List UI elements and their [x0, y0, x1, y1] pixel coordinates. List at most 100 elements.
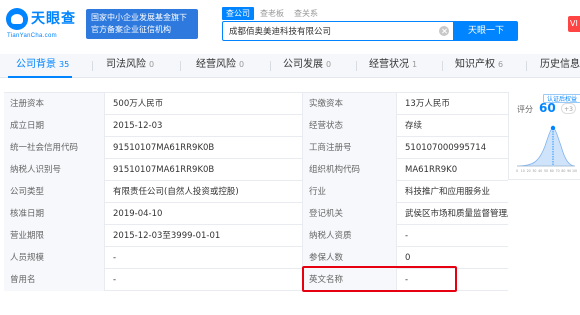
- field-label: 公司类型: [4, 181, 104, 203]
- nav-tab-count: 0: [149, 60, 155, 69]
- search-button[interactable]: 天眼一下: [454, 21, 518, 41]
- field-label: 行业: [302, 181, 396, 203]
- tab-boss[interactable]: 查老板: [260, 7, 284, 20]
- field-label: 成立日期: [4, 115, 104, 137]
- field-value: MA61RR9K0: [396, 159, 508, 181]
- tab-company[interactable]: 查公司: [222, 7, 254, 20]
- score-value: 60: [539, 101, 556, 115]
- nav-divider: [442, 61, 443, 71]
- nav-divider: [92, 61, 93, 71]
- field-value: 510107000995714: [396, 137, 508, 159]
- logo-text: 天眼查: [31, 11, 76, 27]
- nav-tab-label: 经营状况: [369, 59, 409, 70]
- field-label: 经营状态: [302, 115, 396, 137]
- score-tick-label: 20: [527, 169, 531, 173]
- official-badge: 国家中小企业发展基金旗下 官方备案企业征信机构: [86, 9, 198, 39]
- badge-line-2: 官方备案企业征信机构: [91, 25, 171, 34]
- nav-tab-label: 知识产权: [455, 59, 495, 70]
- nav-tab-development[interactable]: 公司发展 0: [283, 54, 331, 78]
- nav-divider: [356, 61, 357, 71]
- nav-tab-legal-risk[interactable]: 司法风险 0: [106, 54, 154, 78]
- table-row: 注册资本 500万人民币 实缴资本 13万人民币: [4, 93, 508, 115]
- active-tab-indicator: [8, 76, 72, 78]
- vip-badge[interactable]: VI: [568, 16, 580, 32]
- score-marker-dot: [550, 125, 556, 131]
- nav-tab-label: 历史信息: [540, 59, 580, 70]
- table-row: 成立日期 2015-12-03 经营状态 存续: [4, 115, 508, 137]
- score-distribution-chart: 0102030405060708090100: [516, 125, 577, 173]
- search-box: [222, 21, 454, 41]
- nav-tab-ip[interactable]: 知识产权 6: [455, 54, 503, 78]
- field-label: 核准日期: [4, 203, 104, 225]
- nav-tab-label: 公司发展: [283, 59, 323, 70]
- search-input[interactable]: [229, 22, 429, 40]
- nav-tab-label: 经营风险: [196, 59, 236, 70]
- field-value: 存续: [396, 115, 508, 137]
- field-value: 2015-12-03至3999-01-01: [104, 225, 302, 247]
- field-value: 科技推广和应用服务业: [396, 181, 508, 203]
- field-value: -: [396, 225, 508, 247]
- header: 天眼查 TianYanCha.com 国家中小企业发展基金旗下 官方备案企业征信…: [0, 0, 580, 48]
- field-value: -: [104, 269, 302, 291]
- score-tick-label: 40: [538, 169, 542, 173]
- field-label: 组织机构代码: [302, 159, 396, 181]
- score-tick-label: 70: [556, 169, 560, 173]
- field-value: 500万人民币: [104, 93, 302, 115]
- field-label: 曾用名: [4, 269, 104, 291]
- score-tick-label: 50: [544, 169, 548, 173]
- clear-icon[interactable]: [439, 26, 449, 36]
- score-tick-label: 0: [516, 169, 518, 173]
- nav-tab-count: 35: [59, 60, 70, 69]
- tab-relation[interactable]: 查关系: [294, 7, 318, 20]
- nav-tab-count: 6: [498, 60, 504, 69]
- nav-tab-business-risk[interactable]: 经营风险 0: [196, 54, 244, 78]
- nav-tab-label: 公司背景: [16, 59, 56, 70]
- nav-divider: [270, 61, 271, 71]
- field-value: 2019-04-10: [104, 203, 302, 225]
- field-value: 2015-12-03: [104, 115, 302, 137]
- nav-tab-background[interactable]: 公司背景 35: [16, 54, 69, 78]
- score-tick-label: 60: [550, 169, 554, 173]
- field-value: 有限责任公司(自然人投资或控股): [104, 181, 302, 203]
- field-label: 纳税人资质: [302, 225, 396, 247]
- table-row: 统一社会信用代码 91510107MA61RR9K0B 工商注册号 510107…: [4, 137, 508, 159]
- field-label: 统一社会信用代码: [4, 137, 104, 159]
- distribution-curve-area: [516, 127, 576, 167]
- insured-count-highlight: [302, 266, 457, 292]
- nav-tab-operation[interactable]: 经营状况 1: [369, 54, 417, 78]
- field-label: 注册资本: [4, 93, 104, 115]
- nav-tab-count: 0: [326, 60, 332, 69]
- table-row: 公司类型 有限责任公司(自然人投资或控股) 行业 科技推广和应用服务业: [4, 181, 508, 203]
- logo-domain: TianYanCha.com: [7, 33, 57, 39]
- score-tick-label: 80: [561, 169, 565, 173]
- nav-divider: [526, 61, 527, 71]
- nav-tab-count: 0: [239, 60, 245, 69]
- field-label: 人员规模: [4, 247, 104, 269]
- table-row: 纳税人识别号 91510107MA61RR9K0B 组织机构代码 MA61RR9…: [4, 159, 508, 181]
- table-row: 核准日期 2019-04-10 登记机关 武侯区市场和质量监督管理局: [4, 203, 508, 225]
- field-label: 营业期限: [4, 225, 104, 247]
- field-label: 纳税人识别号: [4, 159, 104, 181]
- score-tick-label: 10: [521, 169, 525, 173]
- field-value: 武侯区市场和质量监督管理局: [396, 203, 508, 225]
- field-value: 13万人民币: [396, 93, 508, 115]
- score-tick-label: 90: [567, 169, 571, 173]
- field-value: 91510107MA61RR9K0B: [104, 159, 302, 181]
- table-row: 营业期限 2015-12-03至3999-01-01 纳税人资质 -: [4, 225, 508, 247]
- section-nav: 公司背景 35 司法风险 0 经营风险 0 公司发展 0 经营状况 1 知识产权 6 历史信…: [0, 54, 580, 78]
- nav-tab-count: 1: [412, 60, 418, 69]
- field-label: 工商注册号: [302, 137, 396, 159]
- nav-tab-label: 司法风险: [106, 59, 146, 70]
- field-label: 登记机关: [302, 203, 396, 225]
- logo[interactable]: 天眼查 TianYanCha.com: [6, 6, 82, 42]
- company-info-table: 注册资本 500万人民币 实缴资本 13万人民币 成立日期 2015-12-03…: [4, 92, 508, 291]
- score-label: 评分: [517, 105, 533, 114]
- field-value: 91510107MA61RR9K0B: [104, 137, 302, 159]
- field-value: -: [104, 247, 302, 269]
- score-panel: 认证后权益 评分 60 +3 0102030405060708090100: [508, 92, 580, 180]
- badge-line-1: 国家中小企业发展基金旗下: [91, 13, 187, 22]
- score-tick-label: 100: [572, 169, 577, 173]
- nav-tab-history[interactable]: 历史信息: [540, 54, 580, 78]
- score-tick-label: 30: [532, 169, 536, 173]
- field-label: 实缴资本: [302, 93, 396, 115]
